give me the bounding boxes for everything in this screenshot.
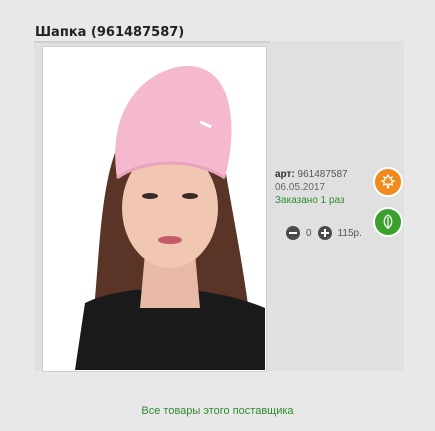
all-supplier-products-link[interactable]: Все товары этого поставщика — [0, 405, 435, 417]
divider — [34, 41, 270, 43]
product-title: Шапка (961487587) — [35, 25, 185, 40]
price: 115р. — [337, 227, 362, 239]
article-line: арт: 961487587 — [275, 168, 348, 181]
product-info: арт: 961487587 06.05.2017 Заказано 1 раз — [275, 168, 348, 207]
article-number: 961487587 — [297, 169, 348, 180]
product-photo[interactable] — [65, 58, 265, 370]
plus-circle-icon[interactable] — [317, 226, 332, 240]
model-wearing-hat-image — [65, 58, 265, 370]
leaf-icon[interactable] — [373, 207, 403, 237]
ordered-count: Заказано 1 раз — [275, 195, 345, 206]
article-label: арт: — [275, 169, 295, 180]
quantity-value: 0 — [306, 227, 312, 239]
minus-circle-icon[interactable] — [286, 226, 300, 240]
maple-leaf-icon[interactable] — [373, 167, 403, 197]
date: 06.05.2017 — [275, 182, 326, 193]
quantity-stepper: 0 115р. — [286, 224, 362, 242]
